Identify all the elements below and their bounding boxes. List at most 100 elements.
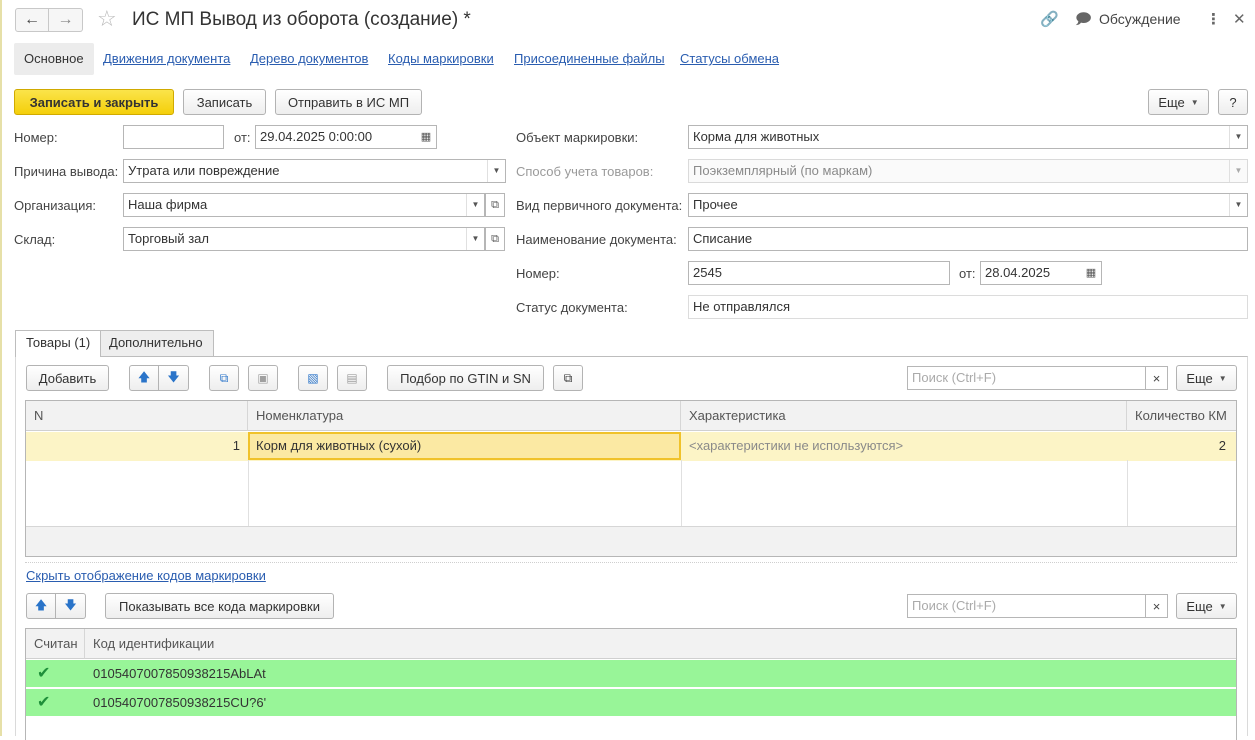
move-up-icon[interactable]: 🡅 bbox=[26, 593, 56, 619]
tab-movements[interactable]: Движения документа bbox=[103, 43, 230, 75]
doc-status-field: Не отправлялся bbox=[688, 295, 1248, 319]
goods-table: N Номенклатура Характеристика Количество… bbox=[25, 400, 1237, 557]
more-label: Еще bbox=[1186, 598, 1213, 614]
forward-button[interactable]: → bbox=[49, 8, 83, 32]
copy-to-clipboard-icon[interactable]: ▧ bbox=[298, 365, 328, 391]
window-left-border bbox=[0, 0, 2, 736]
more-label: Еще bbox=[1186, 370, 1213, 386]
doc-number-field[interactable]: 2545 bbox=[688, 261, 950, 285]
marking-object-select[interactable]: Корма для животных ▼ bbox=[688, 125, 1248, 149]
chevron-down-icon: ▼ bbox=[1229, 160, 1247, 182]
paste-from-clipboard-icon[interactable]: ▤ bbox=[337, 365, 367, 391]
row-characteristic: <характеристики не используются> bbox=[689, 438, 904, 453]
table-footer bbox=[26, 526, 1236, 556]
marking-object-value: Корма для животных bbox=[693, 129, 820, 144]
copy-rows-icon[interactable]: ⧉ bbox=[209, 365, 239, 391]
goods-more-button[interactable]: Еще ▼ bbox=[1176, 365, 1237, 391]
clear-search-icon[interactable]: × bbox=[1146, 366, 1168, 390]
reason-select[interactable]: Утрата или повреждение ▼ bbox=[123, 159, 506, 183]
number-field[interactable] bbox=[123, 125, 224, 149]
date-field[interactable]: 29.04.2025 0:00:00 ▦ bbox=[255, 125, 437, 149]
tab-exchange-statuses[interactable]: Статусы обмена bbox=[680, 43, 779, 75]
col-header-qty[interactable]: Количество КМ bbox=[1127, 401, 1236, 431]
tab-additional[interactable]: Дополнительно bbox=[98, 330, 214, 356]
col-header-code[interactable]: Код идентификации bbox=[85, 629, 1236, 659]
chevron-down-icon: ▼ bbox=[1190, 97, 1199, 107]
chevron-down-icon[interactable]: ▼ bbox=[487, 160, 505, 182]
tab-goods[interactable]: Товары (1) bbox=[15, 330, 102, 357]
number-label: Номер: bbox=[14, 130, 58, 145]
calendar-icon[interactable]: ▦ bbox=[416, 126, 436, 148]
more-vertical-icon[interactable]: ⋮ bbox=[1206, 10, 1221, 30]
row-n: 1 bbox=[232, 438, 240, 453]
col-header-characteristic[interactable]: Характеристика bbox=[681, 401, 1127, 431]
codes-search-input[interactable]: Поиск (Ctrl+F) bbox=[907, 594, 1146, 618]
move-down-icon[interactable]: 🡇 bbox=[56, 593, 86, 619]
link-icon[interactable]: 🔗 bbox=[1040, 10, 1059, 30]
open-organization-icon[interactable]: ⧉ bbox=[485, 193, 505, 217]
col-header-scanned[interactable]: Считан bbox=[26, 629, 85, 659]
more-label: Еще bbox=[1158, 94, 1185, 110]
discussion-button[interactable]: Обсуждение bbox=[1099, 11, 1181, 27]
pick-gtin-sn-button[interactable]: Подбор по GTIN и SN bbox=[387, 365, 544, 391]
checkmark-icon: ✔ bbox=[37, 694, 51, 711]
chevron-down-icon[interactable]: ▼ bbox=[466, 228, 484, 250]
arrow-left-icon: ← bbox=[24, 11, 40, 28]
organization-value: Наша фирма bbox=[128, 197, 208, 212]
open-warehouse-icon[interactable]: ⧉ bbox=[485, 227, 505, 251]
row-nomenclature: Корм для животных (сухой) bbox=[256, 438, 422, 453]
more-button[interactable]: Еще ▼ bbox=[1148, 89, 1209, 115]
doc-name-label: Наименование документа: bbox=[516, 232, 677, 247]
chevron-down-icon[interactable]: ▼ bbox=[1229, 126, 1247, 148]
warehouse-label: Склад: bbox=[14, 232, 56, 247]
doc-status-label: Статус документа: bbox=[516, 300, 628, 315]
reason-value: Утрата или повреждение bbox=[128, 163, 280, 178]
clear-search-icon[interactable]: × bbox=[1146, 594, 1168, 618]
col-header-nomenclature[interactable]: Номенклатура bbox=[248, 401, 681, 431]
save-and-close-button[interactable]: Записать и закрыть bbox=[14, 89, 174, 115]
date-value: 29.04.2025 0:00:00 bbox=[260, 129, 373, 144]
move-down-icon[interactable]: 🡇 bbox=[159, 365, 189, 391]
send-to-ismp-button[interactable]: Отправить в ИС МП bbox=[275, 89, 422, 115]
date-label: от: bbox=[234, 130, 251, 145]
doc-date-label: от: bbox=[959, 266, 976, 281]
warehouse-value: Торговый зал bbox=[128, 231, 209, 246]
tab-attached-files[interactable]: Присоединенные файлы bbox=[514, 43, 665, 75]
marking-object-label: Объект маркировки: bbox=[516, 130, 639, 145]
doc-name-field[interactable]: Списание bbox=[688, 227, 1248, 251]
doc-date-value: 28.04.2025 bbox=[985, 265, 1051, 280]
primary-doc-type-value: Прочее bbox=[693, 197, 738, 212]
accounting-method-value: Поэкземплярный (по маркам) bbox=[693, 163, 873, 178]
chevron-down-icon[interactable]: ▼ bbox=[1229, 194, 1247, 216]
tab-document-tree[interactable]: Дерево документов bbox=[250, 43, 368, 75]
doc-date-field[interactable]: 28.04.2025 ▦ bbox=[980, 261, 1102, 285]
row-code: 0105407007850938215AbLAt bbox=[93, 666, 266, 681]
help-button[interactable]: ? bbox=[1218, 89, 1248, 115]
discussion-icon[interactable]: 🗩 bbox=[1075, 10, 1092, 30]
show-all-codes-button[interactable]: Показывать все кода маркировки bbox=[105, 593, 334, 619]
open-window-icon[interactable]: ⧉ bbox=[553, 365, 583, 391]
col-header-n[interactable]: N bbox=[26, 401, 248, 431]
tab-marking-codes[interactable]: Коды маркировки bbox=[388, 43, 494, 75]
save-button[interactable]: Записать bbox=[183, 89, 266, 115]
calendar-icon[interactable]: ▦ bbox=[1081, 262, 1101, 284]
accounting-method-label: Способ учета товаров: bbox=[516, 164, 654, 179]
hide-codes-link[interactable]: Скрыть отображение кодов маркировки bbox=[26, 568, 266, 583]
back-button[interactable]: ← bbox=[15, 8, 49, 32]
goods-search-input[interactable]: Поиск (Ctrl+F) bbox=[907, 366, 1146, 390]
move-up-icon[interactable]: 🡅 bbox=[129, 365, 159, 391]
doc-number-label: Номер: bbox=[516, 266, 560, 281]
favorite-star-icon[interactable]: ☆ bbox=[97, 6, 117, 32]
paste-rows-icon[interactable]: ▣ bbox=[248, 365, 278, 391]
organization-select[interactable]: Наша фирма ▼ bbox=[123, 193, 485, 217]
warehouse-select[interactable]: Торговый зал ▼ bbox=[123, 227, 485, 251]
codes-more-button[interactable]: Еще ▼ bbox=[1176, 593, 1237, 619]
close-icon[interactable]: ✕ bbox=[1233, 10, 1246, 30]
chevron-down-icon[interactable]: ▼ bbox=[466, 194, 484, 216]
primary-doc-type-select[interactable]: Прочее ▼ bbox=[688, 193, 1248, 217]
primary-doc-type-label: Вид первичного документа: bbox=[516, 198, 683, 213]
page-title: ИС МП Вывод из оборота (создание) * bbox=[132, 9, 471, 30]
tab-main[interactable]: Основное bbox=[14, 43, 94, 75]
add-button[interactable]: Добавить bbox=[26, 365, 109, 391]
chevron-down-icon: ▼ bbox=[1218, 373, 1227, 383]
